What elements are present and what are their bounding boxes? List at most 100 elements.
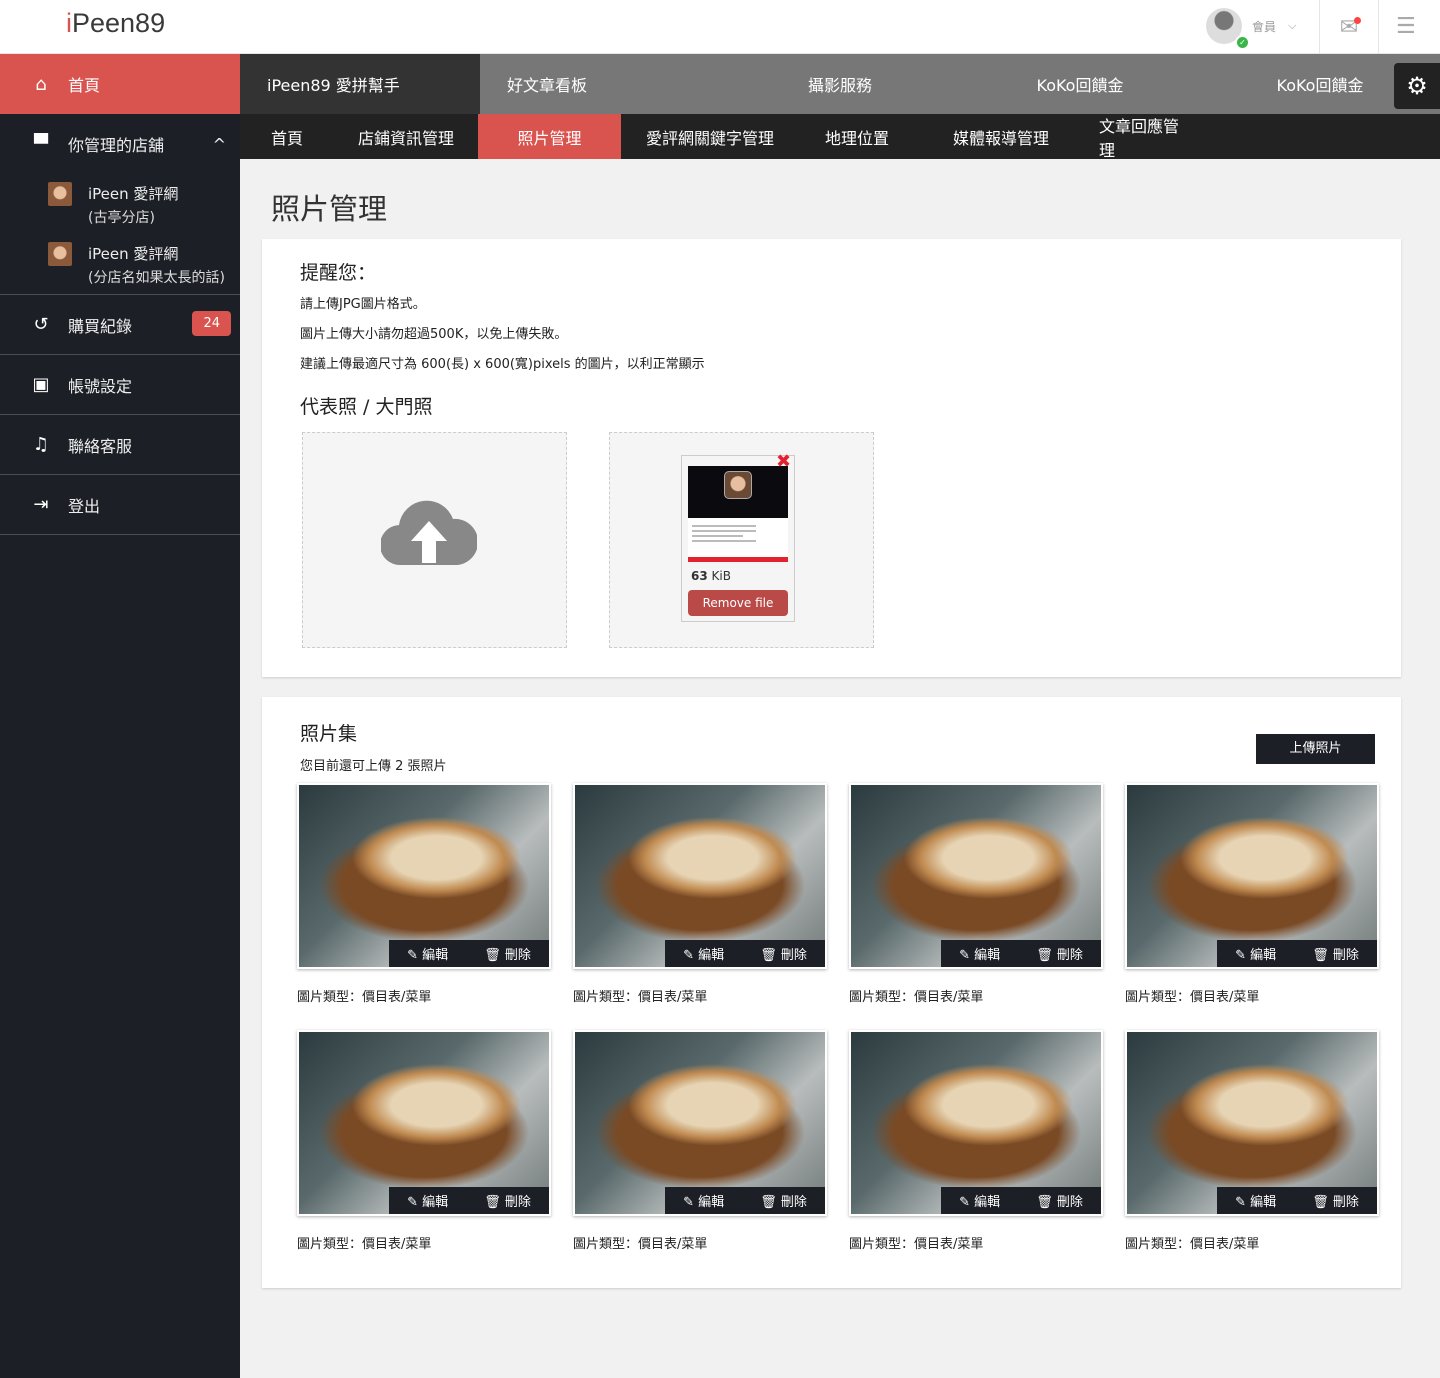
nav-tab[interactable]: 好文章看板 (480, 54, 720, 114)
gallery-card: 照片集 您目前還可上傳 2 張照片 上傳照片 ✎ 編輯 🗑 刪除 圖片類型：價目… (262, 697, 1401, 1288)
pencil-icon: ✎ (683, 948, 694, 963)
sidebar-item-account[interactable]: ▣ 帳號設定 (0, 355, 240, 415)
preview-thumbnail (688, 466, 788, 562)
delete-button[interactable]: 🗑 刪除 (1036, 1191, 1083, 1210)
reminder-card: 提醒您： 請上傳JPG圖片格式。 圖片上傳大小請勿超過500K，以免上傳失敗。 … (262, 239, 1401, 677)
photo-card: ✎ 編輯 🗑 刪除 圖片類型：價目表/菜單 (573, 1030, 827, 1252)
home-icon: ⌂ (35, 73, 47, 95)
close-icon[interactable]: ✖ (776, 451, 791, 472)
subnav-tab[interactable]: 首頁 (240, 114, 334, 159)
pencil-icon: ✎ (1235, 948, 1246, 963)
mail-button[interactable]: ✉ (1319, 0, 1379, 54)
file-preview-zone: 63 KiB Remove file ✖ (609, 432, 874, 648)
photo-caption: 圖片類型：價目表/菜單 (297, 990, 432, 1005)
delete-button[interactable]: 🗑 刪除 (1036, 944, 1083, 963)
online-check-icon: ✓ (1235, 35, 1250, 50)
top-bar: iPeen89 ✓ 會員 ⌵ ✉ ☰ (0, 0, 1440, 54)
subnav-tab[interactable]: 地理位置 (799, 114, 915, 159)
upload-photo-button[interactable]: 上傳照片 (1256, 734, 1375, 764)
sidebar-item-label: 首頁 (68, 76, 101, 95)
store-branch: (古亭分店) (88, 210, 155, 226)
store-icon: ▀ (34, 133, 48, 155)
photo-card: ✎ 編輯 🗑 刪除 圖片類型：價目表/菜單 (573, 783, 827, 1005)
nav-tab[interactable]: 攝影服務 (720, 54, 960, 114)
delete-button[interactable]: 🗑 刪除 (1312, 944, 1359, 963)
pencil-icon: ✎ (683, 1195, 694, 1210)
store-name: iPeen 愛評網 (88, 245, 179, 263)
sidebar-item-support[interactable]: ♫ 聯絡客服 (0, 415, 240, 475)
trash-icon: 🗑 (1312, 1195, 1329, 1210)
avatar: ✓ (1206, 8, 1250, 50)
logo[interactable]: iPeen89 (66, 8, 165, 39)
page-title: 照片管理 (271, 192, 388, 226)
nav-tab[interactable]: KoKo回饋金 (960, 54, 1200, 114)
photo-actions: ✎ 編輯 🗑 刪除 (941, 940, 1101, 967)
delete-button[interactable]: 🗑 刪除 (484, 1191, 531, 1210)
photo-caption: 圖片類型：價目表/菜單 (297, 1237, 432, 1252)
subnav-tab[interactable]: 愛評網關鍵字管理 (621, 114, 799, 159)
user-menu[interactable]: ✓ 會員 ⌵ (1206, 8, 1297, 50)
cover-title: 代表照 / 大門照 (300, 396, 433, 418)
chevron-down-icon: ⌵ (1288, 19, 1297, 32)
sidebar-item-purchase-history[interactable]: ↺ 購買紀錄 24 (0, 295, 240, 355)
edit-button[interactable]: ✎ 編輯 (1235, 944, 1276, 963)
sidebar-item-label: 帳號設定 (68, 376, 133, 396)
delete-button[interactable]: 🗑 刪除 (484, 944, 531, 963)
store-item[interactable]: iPeen 愛評網 (古亭分店) (0, 174, 240, 234)
sidebar-item-home[interactable]: ⌂ 首頁 (0, 54, 240, 114)
photo-card: ✎ 編輯 🗑 刪除 圖片類型：價目表/菜單 (297, 1030, 551, 1252)
history-icon: ↺ (33, 314, 49, 335)
delete-button[interactable]: 🗑 刪除 (760, 1191, 807, 1210)
pencil-icon: ✎ (959, 948, 970, 963)
account-icon: ▣ (32, 374, 50, 395)
pencil-icon: ✎ (959, 1195, 970, 1210)
delete-button[interactable]: 🗑 刪除 (1312, 1191, 1359, 1210)
secondary-nav: 首頁 店鋪資訊管理 照片管理 愛評網關鍵字管理 地理位置 媒體報導管理 文章回應… (240, 114, 1440, 160)
sidebar: ⌂ 首頁 ▀ 你管理的店舖 ^ iPeen 愛評網 (古亭分店) iPeen 愛評網 (分… (0, 54, 240, 1378)
trash-icon: 🗑 (1036, 1195, 1053, 1210)
subnav-tab[interactable]: 文章回應管理 (1087, 114, 1201, 160)
trash-icon: 🗑 (1312, 948, 1329, 963)
gallery-subtitle: 您目前還可上傳 2 張照片 (300, 759, 447, 774)
remove-file-button[interactable]: Remove file (688, 590, 788, 616)
photo-card: ✎ 編輯 🗑 刪除 圖片類型：價目表/菜單 (1125, 1030, 1379, 1252)
photo-caption: 圖片類型：價目表/菜單 (573, 990, 708, 1005)
upload-dropzone[interactable] (302, 432, 567, 648)
photo-actions: ✎ 編輯 🗑 刪除 (389, 1187, 549, 1214)
subnav-tab[interactable]: 媒體報導管理 (915, 114, 1087, 159)
store-avatar (48, 242, 72, 266)
subnav-tab[interactable]: 店鋪資訊管理 (334, 114, 478, 159)
edit-button[interactable]: ✎ 編輯 (683, 1191, 724, 1210)
edit-button[interactable]: ✎ 編輯 (407, 944, 448, 963)
photo-caption: 圖片類型：價目表/菜單 (849, 990, 984, 1005)
trash-icon: 🗑 (760, 1195, 777, 1210)
sidebar-item-logout[interactable]: ⇥ 登出 (0, 475, 240, 535)
photo-actions: ✎ 編輯 🗑 刪除 (1217, 940, 1377, 967)
photo-card: ✎ 編輯 🗑 刪除 圖片類型：價目表/菜單 (849, 1030, 1103, 1252)
photo-card: ✎ 編輯 🗑 刪除 圖片類型：價目表/菜單 (849, 783, 1103, 1005)
nav-tab[interactable]: iPeen89 愛拼幫手 (240, 54, 480, 114)
sidebar-item-label: 聯絡客服 (68, 436, 133, 456)
file-size: 63 KiB (691, 569, 731, 583)
subnav-tab-active[interactable]: 照片管理 (478, 114, 621, 159)
photo-caption: 圖片類型：價目表/菜單 (573, 1237, 708, 1252)
edit-button[interactable]: ✎ 編輯 (1235, 1191, 1276, 1210)
photo-card: ✎ 編輯 🗑 刪除 圖片類型：價目表/菜單 (1125, 783, 1379, 1005)
edit-button[interactable]: ✎ 編輯 (683, 944, 724, 963)
edit-button[interactable]: ✎ 編輯 (407, 1191, 448, 1210)
pencil-icon: ✎ (1235, 1195, 1246, 1210)
gear-icon[interactable]: ⚙ (1394, 63, 1440, 109)
trash-icon: 🗑 (484, 948, 501, 963)
list-icon[interactable]: ☰ (1396, 14, 1416, 39)
trash-icon: 🗑 (484, 1195, 501, 1210)
pencil-icon: ✎ (407, 1195, 418, 1210)
sidebar-item-stores[interactable]: ▀ 你管理的店舖 ^ (0, 114, 240, 174)
edit-button[interactable]: ✎ 編輯 (959, 1191, 1000, 1210)
photo-caption: 圖片類型：價目表/菜單 (1125, 990, 1260, 1005)
photo-card: ✎ 編輯 🗑 刪除 圖片類型：價目表/菜單 (297, 783, 551, 1005)
edit-button[interactable]: ✎ 編輯 (959, 944, 1000, 963)
delete-button[interactable]: 🗑 刪除 (760, 944, 807, 963)
headset-icon: ♫ (32, 434, 50, 455)
logout-icon: ⇥ (33, 494, 49, 515)
store-item[interactable]: iPeen 愛評網 (分店名如果太長的話) (0, 234, 240, 295)
